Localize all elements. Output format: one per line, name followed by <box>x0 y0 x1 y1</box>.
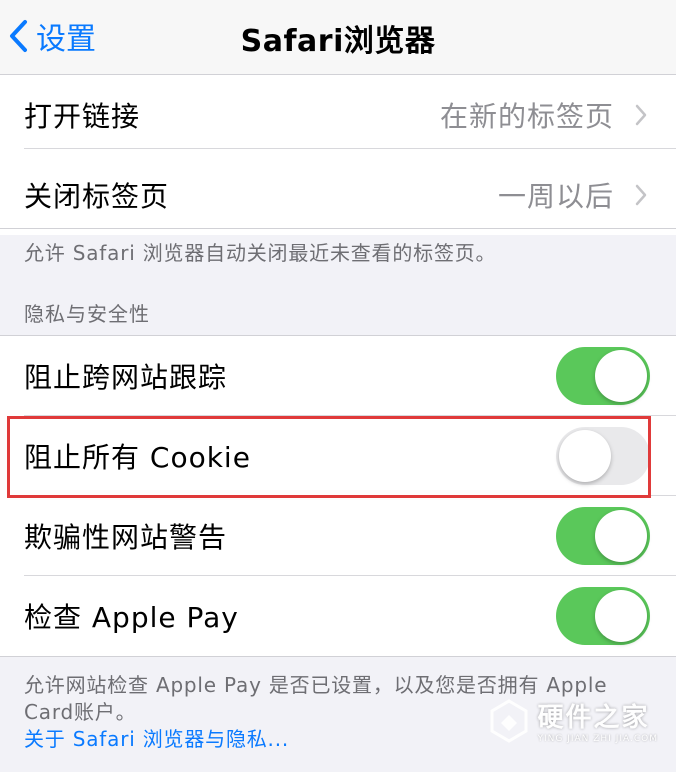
group-bottom-border <box>0 656 676 657</box>
block-all-cookies-toggle[interactable] <box>556 427 650 485</box>
open-links-row[interactable]: 打开链接 在新的标签页 <box>0 75 676 155</box>
watermark-text: 硬件之家 YING JIAN ZHI JIA.COM <box>537 697 658 744</box>
chevron-right-icon <box>635 104 647 126</box>
watermark-url: YING JIAN ZHI JIA.COM <box>537 734 658 744</box>
open-links-label: 打开链接 <box>24 100 141 133</box>
check-apple-pay-toggle[interactable] <box>556 587 650 645</box>
close-tabs-row[interactable]: 关闭标签页 一周以后 <box>0 155 676 235</box>
fraudulent-website-warning-row: 欺骗性网站警告 <box>0 496 676 576</box>
watermark-logo-icon <box>490 698 528 743</box>
fraudulent-website-warning-toggle[interactable] <box>556 507 650 565</box>
toggle-knob <box>595 350 647 402</box>
close-tabs-value: 一周以后 <box>497 180 614 213</box>
fraudulent-website-warning-label: 欺骗性网站警告 <box>24 521 228 554</box>
navigation-bar: 设置 Safari浏览器 <box>0 0 676 75</box>
privacy-section-header: 隐私与安全性 <box>24 302 150 326</box>
privacy-settings-group: 阻止跨网站跟踪 阻止所有 Cookie 欺骗性网站警告 检查 Apple Pay <box>0 336 676 656</box>
toggle-knob <box>595 510 647 562</box>
block-all-cookies-label: 阻止所有 Cookie <box>24 441 251 474</box>
page-title: Safari浏览器 <box>240 24 436 59</box>
chevron-right-icon <box>635 184 647 206</box>
group-bottom-border <box>0 228 676 229</box>
check-apple-pay-label: 检查 Apple Pay <box>24 601 239 634</box>
watermark-name: 硬件之家 <box>537 703 650 733</box>
toggle-knob <box>559 430 611 482</box>
toggle-knob <box>595 590 647 642</box>
prevent-cross-site-tracking-toggle[interactable] <box>556 347 650 405</box>
tabs-footer-note: 允许 Safari 浏览器自动关闭最近未查看的标签页。 <box>24 241 497 265</box>
open-links-value: 在新的标签页 <box>439 100 614 133</box>
prevent-cross-site-tracking-row: 阻止跨网站跟踪 <box>0 336 676 416</box>
watermark: 硬件之家 YING JIAN ZHI JIA.COM <box>489 697 658 744</box>
prevent-cross-site-tracking-label: 阻止跨网站跟踪 <box>24 361 228 394</box>
close-tabs-label: 关闭标签页 <box>24 180 170 213</box>
row-separator <box>24 148 676 149</box>
check-apple-pay-row: 检查 Apple Pay <box>0 576 676 656</box>
tabs-settings-group: 打开链接 在新的标签页 关闭标签页 一周以后 <box>0 75 676 235</box>
block-all-cookies-row: 阻止所有 Cookie <box>0 416 676 496</box>
